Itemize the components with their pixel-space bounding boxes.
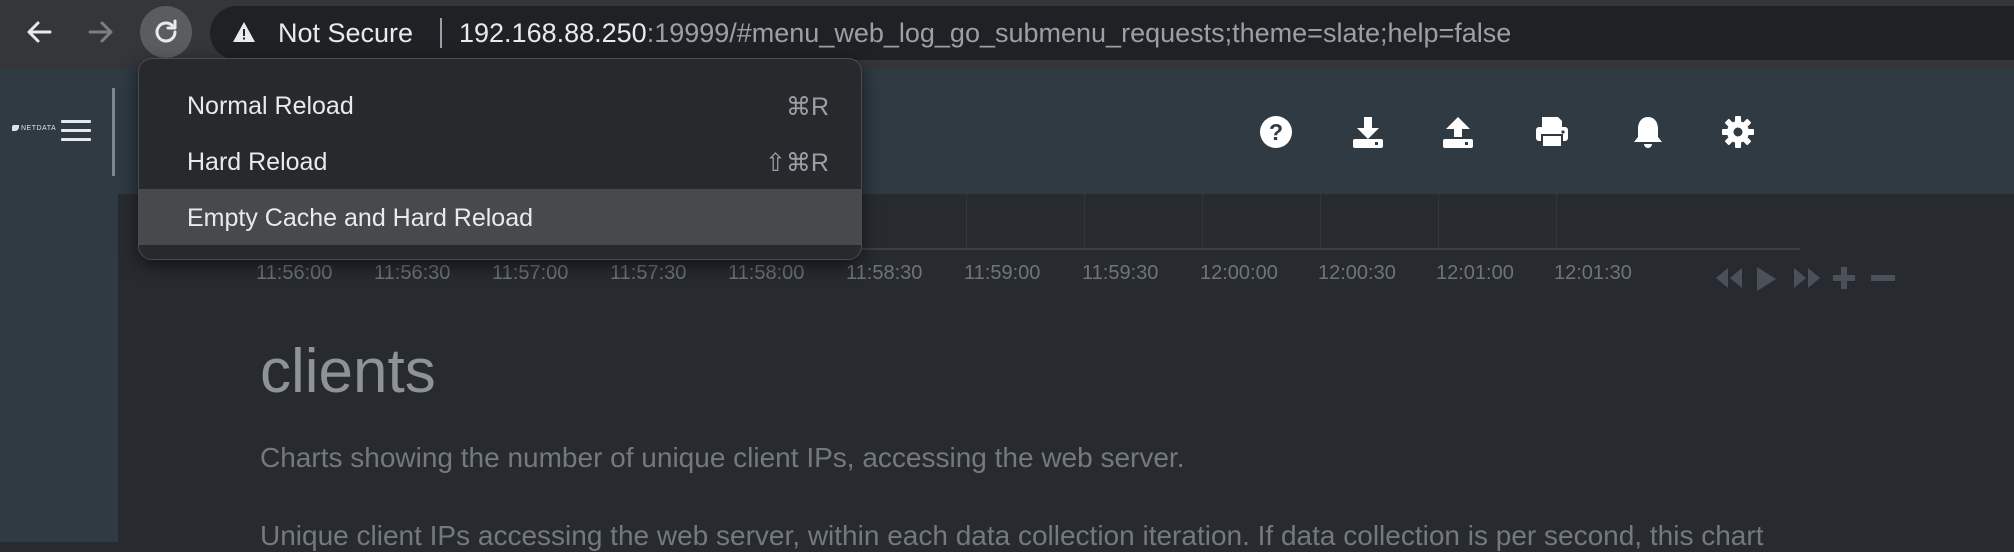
menu-item-normal-reload[interactable]: Normal Reload ⌘R [139,77,861,133]
menu-item-label: Empty Cache and Hard Reload [187,204,534,232]
menu-item-shortcut: ⌘R [785,93,829,121]
section-title: clients [260,337,436,406]
rail-separator [112,88,115,176]
zoom-in-icon[interactable] [1832,266,1856,290]
help-icon[interactable]: ? [1258,114,1294,150]
reload-context-menu: Normal Reload ⌘R Hard Reload ⇧⌘R Empty C… [138,58,862,260]
menu-item-hard-reload[interactable]: Hard Reload ⇧⌘R [139,133,861,189]
section-description: Charts showing the number of unique clie… [260,442,1185,473]
bell-icon[interactable] [1630,114,1666,150]
upload-icon[interactable] [1440,114,1476,150]
left-rail: NETDATA [0,68,118,542]
menu-item-empty-cache-hard-reload[interactable]: Empty Cache and Hard Reload [139,189,861,245]
back-arrow-icon [27,21,52,43]
reload-button[interactable] [140,6,192,58]
x-tick-label: 11:59:00 [964,262,1041,284]
x-tick-label: 11:58:30 [846,262,923,284]
chart-description: Unique client IPs accessing the web serv… [260,520,1764,551]
forward-button[interactable] [74,10,128,54]
zoom-out-icon[interactable] [1870,266,1896,290]
netdata-logo[interactable]: NETDATA [12,125,56,132]
download-icon[interactable] [1350,114,1386,150]
menu-item-label: Hard Reload [187,148,328,176]
fast-forward-icon[interactable] [1792,266,1822,290]
security-status-label[interactable]: Not Secure [278,18,413,49]
x-tick-label: 11:57:30 [610,262,687,284]
play-icon[interactable] [1754,266,1778,292]
menu-item-label: Normal Reload [187,92,354,120]
forward-arrow-icon [88,21,113,43]
url-path: :19999/#menu_web_log_go_submenu_requests… [646,18,1512,48]
print-icon[interactable] [1534,114,1570,150]
reload-icon [155,19,177,43]
x-tick-label: 12:01:30 [1554,262,1632,284]
x-tick-label: 11:58:00 [728,262,805,284]
x-tick-label: 11:59:30 [1082,262,1159,284]
gear-icon[interactable] [1720,114,1756,150]
x-tick-label: 11:56:00 [256,262,333,284]
menu-item-shortcut: ⇧⌘R [764,149,829,177]
x-tick-label: 12:00:00 [1200,262,1278,284]
url-host: 192.168.88.250 [459,18,647,48]
x-tick-label: 12:00:30 [1318,262,1396,284]
x-tick-label: 12:01:00 [1436,262,1514,284]
warning-icon[interactable] [232,21,256,43]
rewind-icon[interactable] [1714,266,1744,290]
logo-text: NETDATA [21,125,57,132]
x-tick-label: 11:57:00 [492,262,569,284]
hamburger-menu-icon[interactable] [61,120,91,142]
x-tick-label: 11:56:30 [374,262,451,284]
url-text[interactable]: 192.168.88.250:19999/#menu_web_log_go_su… [459,18,1511,49]
back-button[interactable] [12,10,66,54]
address-bar[interactable]: Not Secure 192.168.88.250:19999/#menu_we… [210,6,2014,60]
svg-text:?: ? [1269,119,1283,145]
omnibox-divider [440,18,442,48]
